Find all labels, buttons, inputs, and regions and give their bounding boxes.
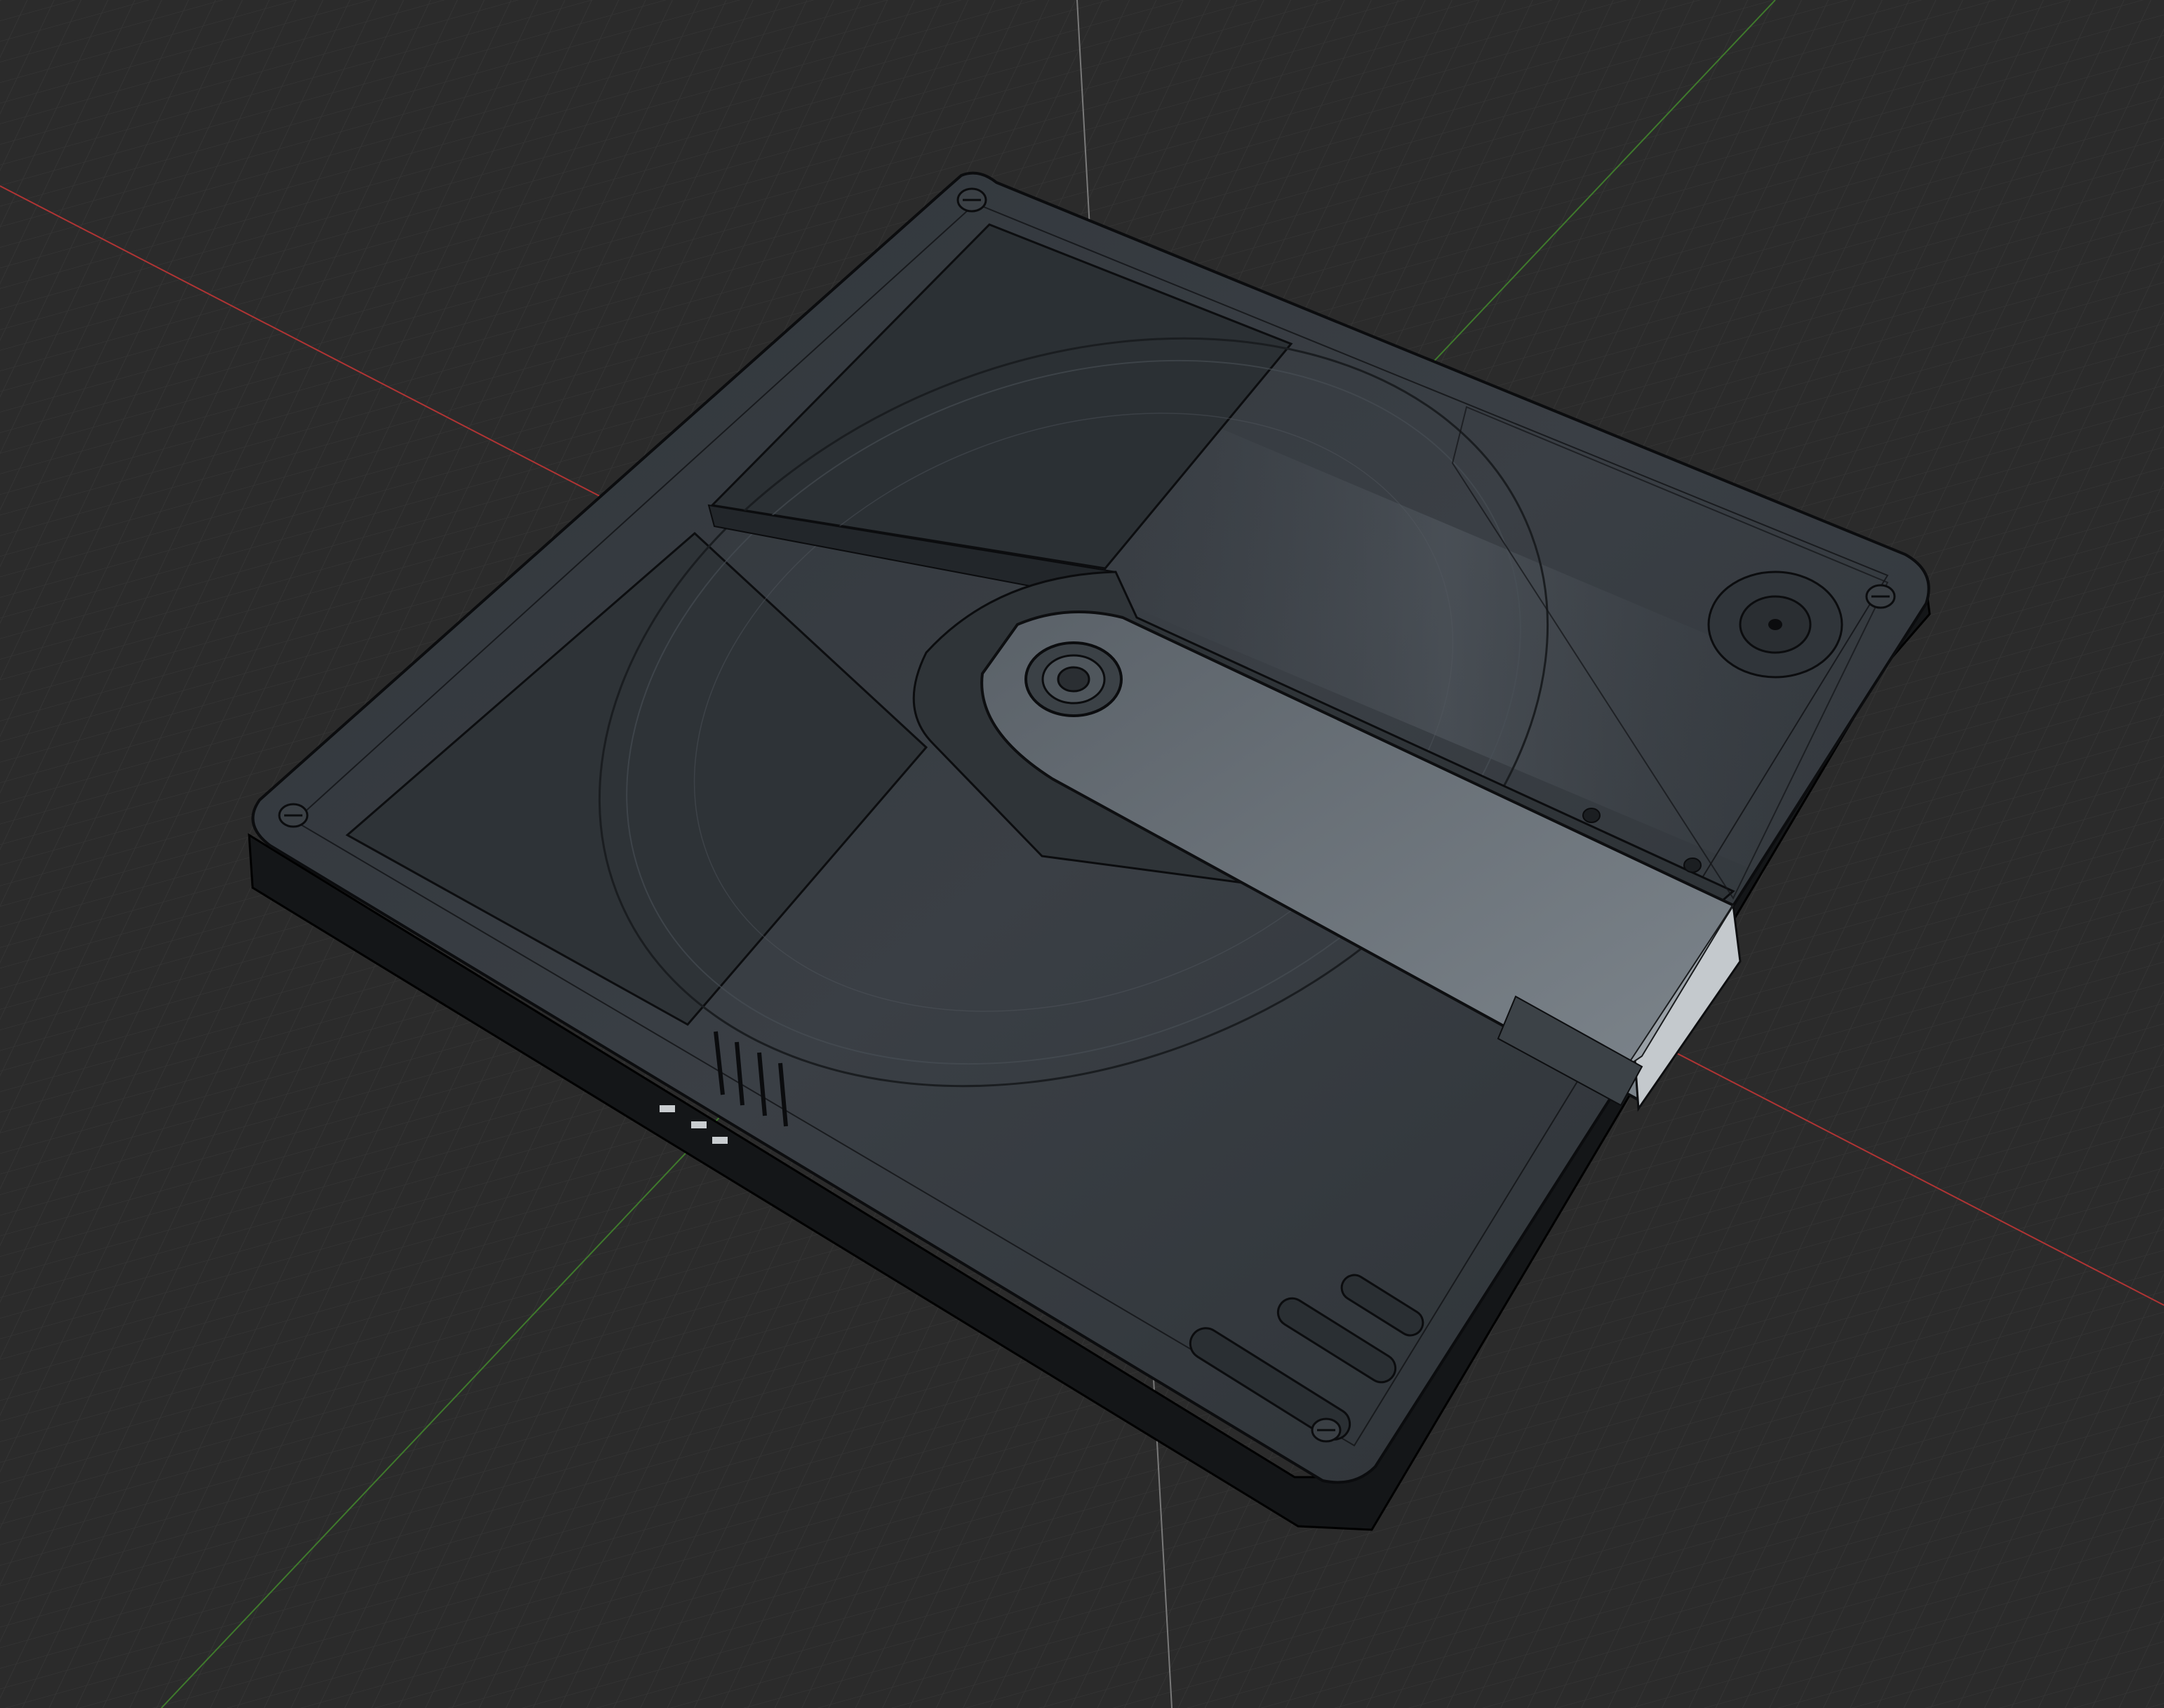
front-notch-1 (660, 1105, 675, 1112)
spindle-inner (1057, 666, 1090, 693)
3d-viewport[interactable] (0, 0, 2164, 1708)
pin-hole-1 (1582, 808, 1601, 823)
front-notch-3 (712, 1137, 728, 1144)
screw-bottom-left (278, 803, 309, 828)
screw-top-right (1865, 584, 1896, 609)
front-notch-2 (691, 1121, 707, 1128)
reference-hole-center (1768, 619, 1782, 630)
screw-bottom-right (1311, 1417, 1342, 1443)
pin-hole-2 (1683, 858, 1702, 873)
screw-top-left (956, 187, 987, 213)
